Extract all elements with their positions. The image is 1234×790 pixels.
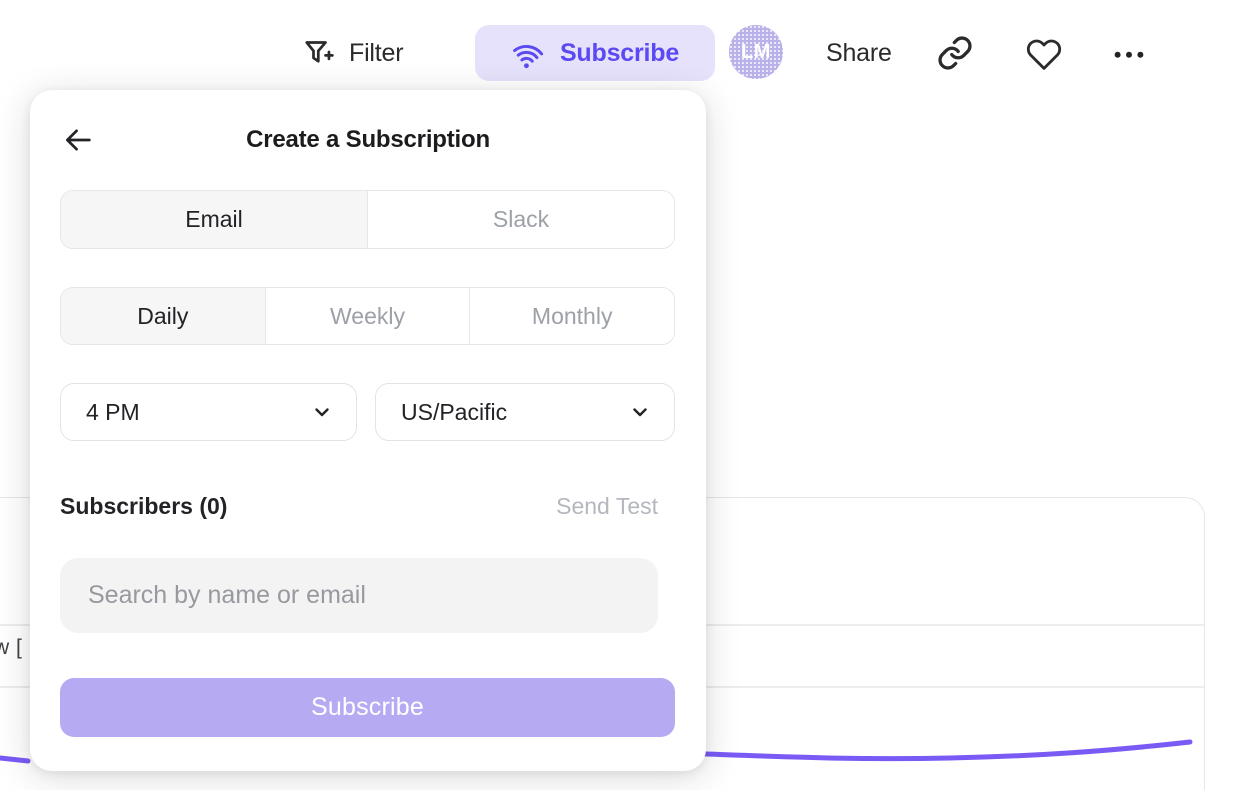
toolbar: Filter Subscribe LM Share <box>0 0 1234 104</box>
favorite-button[interactable] <box>1026 25 1062 81</box>
create-subscription-modal: Create a Subscription Email Slack Daily … <box>30 90 706 771</box>
tab-daily[interactable]: Daily <box>61 288 266 344</box>
link-icon <box>936 34 974 72</box>
frequency-tab-group: Daily Weekly Monthly <box>60 287 675 345</box>
filter-button[interactable]: Filter <box>300 25 403 81</box>
filter-label: Filter <box>349 39 403 68</box>
subscribers-count-label: Subscribers (0) <box>60 493 227 520</box>
share-label: Share <box>826 39 892 68</box>
chevron-down-icon <box>310 400 334 424</box>
subscribe-toolbar-label: Subscribe <box>560 39 679 68</box>
send-test-link[interactable]: Send Test <box>556 493 658 520</box>
background-partial-label: w [ <box>0 636 22 660</box>
more-options-button[interactable] <box>1108 25 1150 81</box>
subscribe-submit-button[interactable]: Subscribe <box>60 678 675 737</box>
chevron-down-icon <box>628 400 652 424</box>
channel-tab-group: Email Slack <box>60 190 675 249</box>
tab-weekly[interactable]: Weekly <box>266 288 471 344</box>
page: w [ Filter <box>0 0 1234 790</box>
subscriber-search-input[interactable] <box>60 558 658 633</box>
heart-icon <box>1026 35 1062 71</box>
ellipsis-icon <box>1108 32 1150 74</box>
copy-link-button[interactable] <box>936 25 974 81</box>
modal-title: Create a Subscription <box>30 126 706 154</box>
tab-slack[interactable]: Slack <box>368 191 674 248</box>
rss-icon <box>511 36 545 70</box>
time-select[interactable]: 4 PM <box>60 383 357 441</box>
timezone-select[interactable]: US/Pacific <box>375 383 675 441</box>
timezone-select-value: US/Pacific <box>401 399 507 426</box>
time-select-value: 4 PM <box>86 399 140 426</box>
tab-monthly[interactable]: Monthly <box>470 288 674 344</box>
filter-plus-icon <box>300 35 336 71</box>
avatar[interactable]: LM <box>729 25 783 79</box>
share-button[interactable]: Share <box>826 25 892 81</box>
avatar-initials: LM <box>741 41 771 64</box>
subscribers-row: Subscribers (0) Send Test <box>60 493 658 520</box>
subscribe-toolbar-button[interactable]: Subscribe <box>475 25 715 81</box>
tab-email[interactable]: Email <box>61 191 368 248</box>
